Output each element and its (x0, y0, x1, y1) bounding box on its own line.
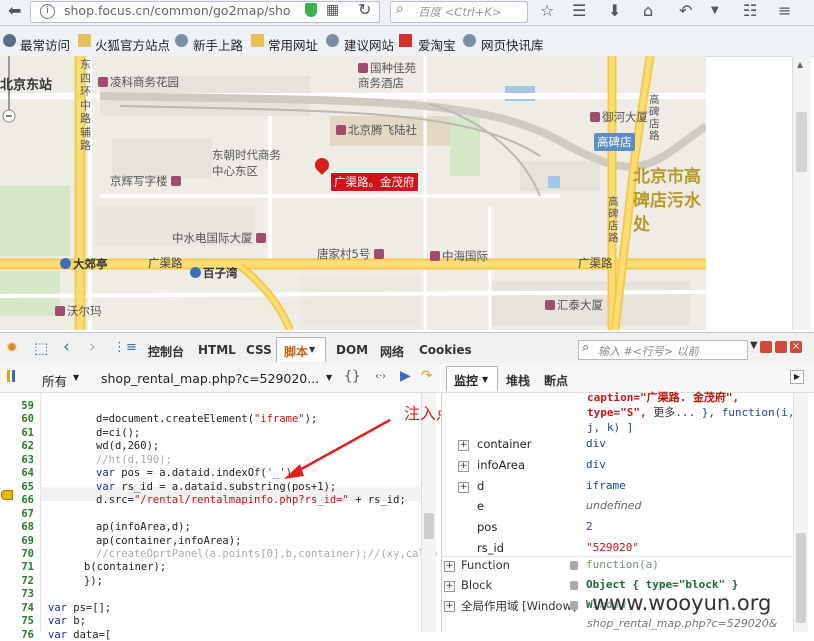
watch-var-name: rs_id (477, 541, 504, 555)
watch-var-name: infoArea (477, 457, 526, 472)
watch-var-name: d (477, 478, 485, 493)
watch-row[interactable]: e undefined (441, 499, 792, 519)
scope-name: Block (461, 578, 493, 592)
expand-plus-icon[interactable]: + (458, 460, 469, 472)
watch-var-value: undefined (586, 499, 642, 513)
expand-plus-icon[interactable]: + (458, 481, 469, 493)
expand-plus-icon[interactable]: + (444, 581, 455, 592)
watch-row[interactable]: + d iframe (441, 479, 792, 499)
watch-var-value: div (586, 437, 606, 450)
watch-var-name: container (477, 437, 532, 451)
scope-value: function(a) (586, 558, 659, 571)
expand-plus-icon[interactable]: + (458, 440, 469, 451)
watch-var-name: e (477, 499, 485, 514)
scope-row[interactable]: + Function function(a) (441, 558, 792, 578)
watch-var-name: pos (477, 520, 498, 535)
watch-footer-file: shop_rental_map.php?c=529020& (587, 617, 778, 630)
watermark: www.wooyun.org (592, 591, 772, 615)
watch-scrollbar[interactable] (793, 393, 808, 632)
scope-name: Function (461, 558, 510, 572)
watch-var-value: "529020" (586, 541, 639, 554)
watch-row[interactable]: + infoArea div (441, 458, 792, 478)
lock-icon (570, 601, 578, 610)
watch-caption: caption="广渠路. 金茂府", type="S", 更多... }, f… (587, 391, 795, 434)
divider (441, 556, 792, 557)
watch-var-value: div (586, 457, 606, 471)
scroll-thumb[interactable] (796, 533, 806, 623)
watch-var-value: iframe (586, 478, 626, 492)
expand-plus-icon[interactable]: + (444, 561, 455, 572)
lock-icon (570, 561, 578, 570)
watch-row[interactable]: + container div (441, 437, 792, 457)
watch-row[interactable]: pos 2 (441, 520, 792, 540)
lock-icon (570, 581, 578, 590)
scope-value: Object { type="block" } (586, 578, 739, 591)
watch-var-value: 2 (586, 520, 593, 534)
scope-name: 全局作用域 [Window] (461, 599, 577, 613)
expand-plus-icon[interactable]: + (444, 601, 455, 612)
